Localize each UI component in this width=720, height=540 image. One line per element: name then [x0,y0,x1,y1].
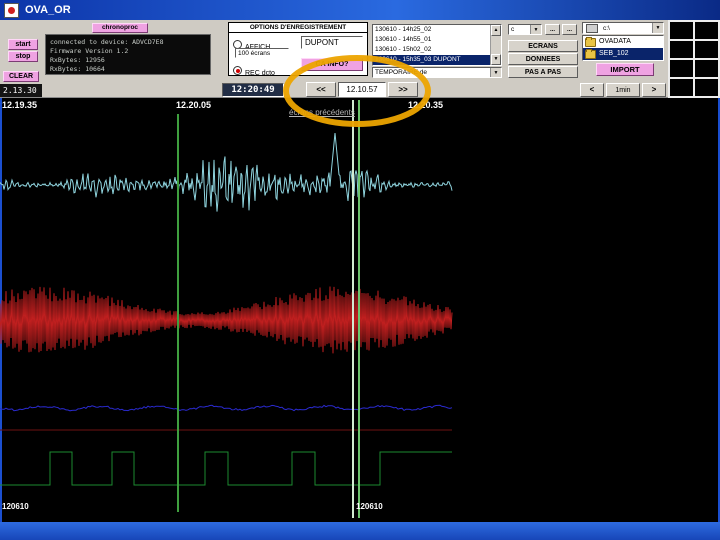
prev-screen-button[interactable]: << [306,82,336,97]
recording-item[interactable]: 130610 - 15h02_02 [373,45,501,55]
screens-button[interactable]: ECRANS [508,40,578,52]
console-line: Firmware Version 1.2 [50,47,129,55]
temp-recording-combo[interactable]: TEMPORAIRE de ▼ [372,67,502,78]
current-time-display: 12:20:49 [222,83,284,97]
browse-button[interactable]: ... [545,24,560,35]
channel-grid [668,20,720,98]
recording-item-selected[interactable]: 130610 - 15h35_03 DUPONT [373,55,501,65]
grid-cell [695,60,718,77]
recording-item[interactable]: 130610 - 14h25_02 [373,25,501,35]
mini-drive-combo[interactable]: c ▼ [508,24,542,35]
step-by-step-button[interactable]: PAS A PAS [508,66,578,78]
recording-item[interactable]: 130610 - 14h55_01 [373,35,501,45]
console-line: connected to device: ADVCD7E8 [50,38,164,46]
trace-emg [0,286,453,354]
grid-cell [670,79,693,96]
temp-recording-label: TEMPORAIRE de [375,69,428,76]
trace-eeg [0,132,453,212]
title-bar: OVA_OR [0,0,720,20]
console-line: RxBytes: 12956 [50,56,105,64]
waveform-canvas [0,132,453,486]
console-line: RxBytes: 10664 [50,65,105,73]
folder-icon [585,36,596,47]
folder-list[interactable]: OVADATA SEB_102 [582,35,664,61]
grid-cell [670,22,693,39]
chronoproc-button[interactable]: chronoproc [92,23,148,33]
step-size-field[interactable]: 1min [606,83,640,97]
drive-combo[interactable]: c:\ ▼ [582,22,664,34]
step-back-button[interactable]: < [580,83,604,97]
drive-icon [586,23,598,33]
elapsed-time-display: 2.13.30 [0,84,42,97]
scroll-down-icon[interactable]: ▼ [491,54,501,65]
folder-icon [585,48,596,59]
grid-cell [695,79,718,96]
step-forward-button[interactable]: > [642,83,666,97]
rec-radio[interactable]: REC dcto [233,62,275,80]
list-scrollbar[interactable]: ▲ ▼ [490,25,501,65]
window-border-bottom [0,522,720,540]
grid-cell [670,41,693,58]
time-label-mid: 12.20.05 [176,100,212,110]
screen-count-field[interactable]: 100 écrans [235,48,289,58]
clear-button[interactable]: CLEAR [3,71,39,82]
start-button[interactable]: start [8,39,38,50]
options-title: OPTIONS D'ENREGISTREMENT [229,23,367,33]
grid-cell [695,41,718,58]
time-label-left: 12.19.35 [2,100,38,110]
app-icon [4,2,19,18]
folder-item[interactable]: OVADATA [583,36,663,48]
ca-info-button[interactable]: CA INFO? [301,58,363,71]
data-button[interactable]: DONNEES [508,53,578,65]
recording-options-panel: OPTIONS D'ENREGISTREMENT AFFICH 100 écra… [228,22,368,77]
grid-cell [695,22,718,39]
chevron-down-icon[interactable]: ▼ [530,25,541,34]
radio-on-icon[interactable] [233,66,242,76]
time-cursor-line [177,114,179,512]
folder-item-selected[interactable]: SEB_102 [583,48,663,60]
app-window: OVA_OR start stop CLEAR 2.13.30 chronopr… [0,0,720,540]
patient-name-field[interactable]: DUPONT [301,36,363,49]
next-screen-button[interactable]: >> [388,82,418,97]
grid-cell [670,60,693,77]
time-label-right: 12.20.35 [408,100,444,110]
scroll-up-icon[interactable]: ▲ [491,25,501,36]
chevron-down-icon[interactable]: ▼ [652,23,663,33]
import-button[interactable]: IMPORT [596,63,654,76]
nav-time-field[interactable]: 12.10.57 [338,82,386,97]
stop-button[interactable]: stop [8,51,38,62]
previous-screens-link[interactable]: écrans précédents [289,108,355,117]
current-position-cursor [352,100,354,518]
current-position-cursor-2 [358,100,360,518]
chevron-down-icon[interactable]: ▼ [490,68,501,77]
recordings-list[interactable]: 130610 - 14h25_02 130610 - 14h55_01 1306… [372,24,502,66]
trace-events [0,451,452,486]
date-label-mid: 120610 [356,502,383,511]
date-label-left: 120610 [2,502,29,511]
browse-button-2[interactable]: ... [562,24,577,35]
window-title: OVA_OR [25,4,71,16]
trace-flow [0,404,453,412]
device-console: connected to device: ADVCD7E8 Firmware V… [45,34,211,75]
